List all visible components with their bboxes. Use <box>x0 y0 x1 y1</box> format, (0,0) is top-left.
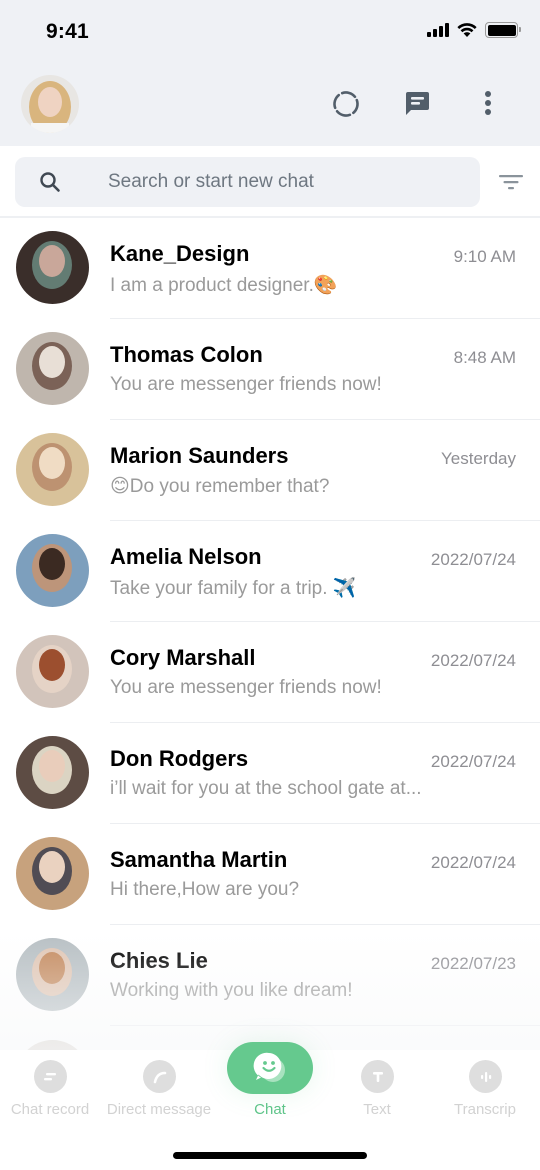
chat-list-item[interactable]: Don Rodgers 2022/07/24 i’ll wait for you a… <box>0 723 540 824</box>
divider <box>110 1024 540 1026</box>
chat-avatar <box>16 433 89 506</box>
battery-full-icon <box>485 22 521 38</box>
more-vertical-icon <box>485 91 491 115</box>
chat-avatar <box>16 534 89 607</box>
tab-direct-message[interactable]: Direct message <box>105 1050 213 1130</box>
chat-record-icon <box>34 1060 70 1096</box>
chat-bubble-icon <box>406 92 429 115</box>
chat-name: Marion Saunders <box>110 443 289 468</box>
home-indicator <box>173 1152 367 1159</box>
chat-name: Kane_Design <box>110 241 250 266</box>
chat-time: 2022/07/24 <box>430 651 516 670</box>
chat-avatar <box>16 332 89 405</box>
chat-avatar <box>16 837 89 910</box>
status-icons <box>427 22 521 38</box>
tab-label: Chat <box>254 1101 286 1118</box>
chat-name: Chies Lie <box>110 948 208 973</box>
chat-list-item[interactable]: Cory Marshall 2022/07/24 You are messenger… <box>0 622 540 723</box>
chat-preview: i’ll wait for you at the school gate at.… <box>110 778 422 799</box>
chat-preview: Take your family for a trip. ✈️ <box>110 578 357 599</box>
tab-label: Chat record <box>10 1101 90 1118</box>
tab-label: Transcrip <box>454 1101 516 1118</box>
chat-list-item[interactable]: Chies Lie 2022/07/23 Working with you like… <box>0 925 540 1026</box>
tab-transcript[interactable]: Transcrip <box>431 1050 539 1130</box>
tab-chat[interactable]: Chat <box>216 1042 324 1130</box>
text-icon <box>361 1060 397 1096</box>
chat-preview: Hi there,How are you? <box>110 879 300 900</box>
chat-list-item[interactable]: Amelia Nelson 2022/07/24 Take your family … <box>0 521 540 622</box>
chat-list-item[interactable]: Thomas Colon 8:48 AM You are messenger fri… <box>0 319 540 420</box>
chat-list-item[interactable]: Samantha Martin 2022/07/24 Hi there,How ar… <box>0 824 540 925</box>
tab-chat-record[interactable]: Chat record <box>0 1050 104 1130</box>
chat-time: 2022/07/24 <box>430 550 516 569</box>
chat-avatar <box>16 938 89 1011</box>
chat-name: Samantha Martin <box>110 847 288 872</box>
chat-time: Yesterday <box>441 449 516 468</box>
chat-avatar <box>16 736 89 809</box>
chat-name: Don Rodgers <box>110 746 249 771</box>
cellular-signal-icon <box>427 23 449 37</box>
smiley-chat-icon <box>253 1052 285 1082</box>
wifi-icon <box>457 23 477 37</box>
status-time: 9:41 <box>46 20 89 43</box>
status-ring-icon <box>333 91 359 117</box>
header <box>0 66 540 146</box>
more-button[interactable] <box>470 86 506 122</box>
top-area: 9:41 <box>0 0 540 146</box>
new-chat-button[interactable] <box>399 86 435 122</box>
chat-list-item[interactable]: Marion Saunders Yesterday 😊Do you remember… <box>0 420 540 521</box>
chat-list-item[interactable]: Kane_Design 9:10 AM I am a product designe… <box>0 218 540 319</box>
status-button[interactable] <box>328 86 364 122</box>
chat-name: Thomas Colon <box>110 342 263 367</box>
chat-avatar <box>16 635 89 708</box>
chat-preview: 😊Do you remember that? <box>110 476 330 497</box>
chat-tab-pill <box>227 1042 313 1094</box>
chat-time: 9:10 AM <box>453 247 516 266</box>
chat-time: 8:48 AM <box>453 348 516 367</box>
chat-time: 2022/07/23 <box>430 954 516 973</box>
chat-preview: You are messenger friends now! <box>110 374 382 395</box>
tab-label: Text <box>363 1101 391 1118</box>
chat-preview: I am a product designer.🎨 <box>110 275 338 296</box>
user-avatar[interactable] <box>21 75 79 133</box>
chat-list: Kane_Design 9:10 AM I am a product designe… <box>0 218 540 1026</box>
chat-preview: Working with you like dream! <box>110 980 353 1001</box>
chat-time: 2022/07/24 <box>430 853 516 872</box>
chat-name: Amelia Nelson <box>110 544 262 569</box>
chat-time: 2022/07/24 <box>430 752 516 771</box>
chat-preview: You are messenger friends now! <box>110 677 382 698</box>
search-row <box>0 146 540 218</box>
filter-icon[interactable] <box>498 170 524 194</box>
search-input[interactable] <box>108 157 468 207</box>
search-box[interactable] <box>15 157 480 207</box>
tab-text[interactable]: Text <box>323 1050 431 1130</box>
search-icon <box>40 172 60 192</box>
transcript-icon <box>469 1060 505 1096</box>
chat-name: Cory Marshall <box>110 645 256 670</box>
direct-message-icon <box>143 1060 179 1096</box>
status-bar: 9:41 <box>0 0 540 66</box>
tab-label: Direct message <box>106 1101 212 1118</box>
chat-avatar <box>16 231 89 304</box>
